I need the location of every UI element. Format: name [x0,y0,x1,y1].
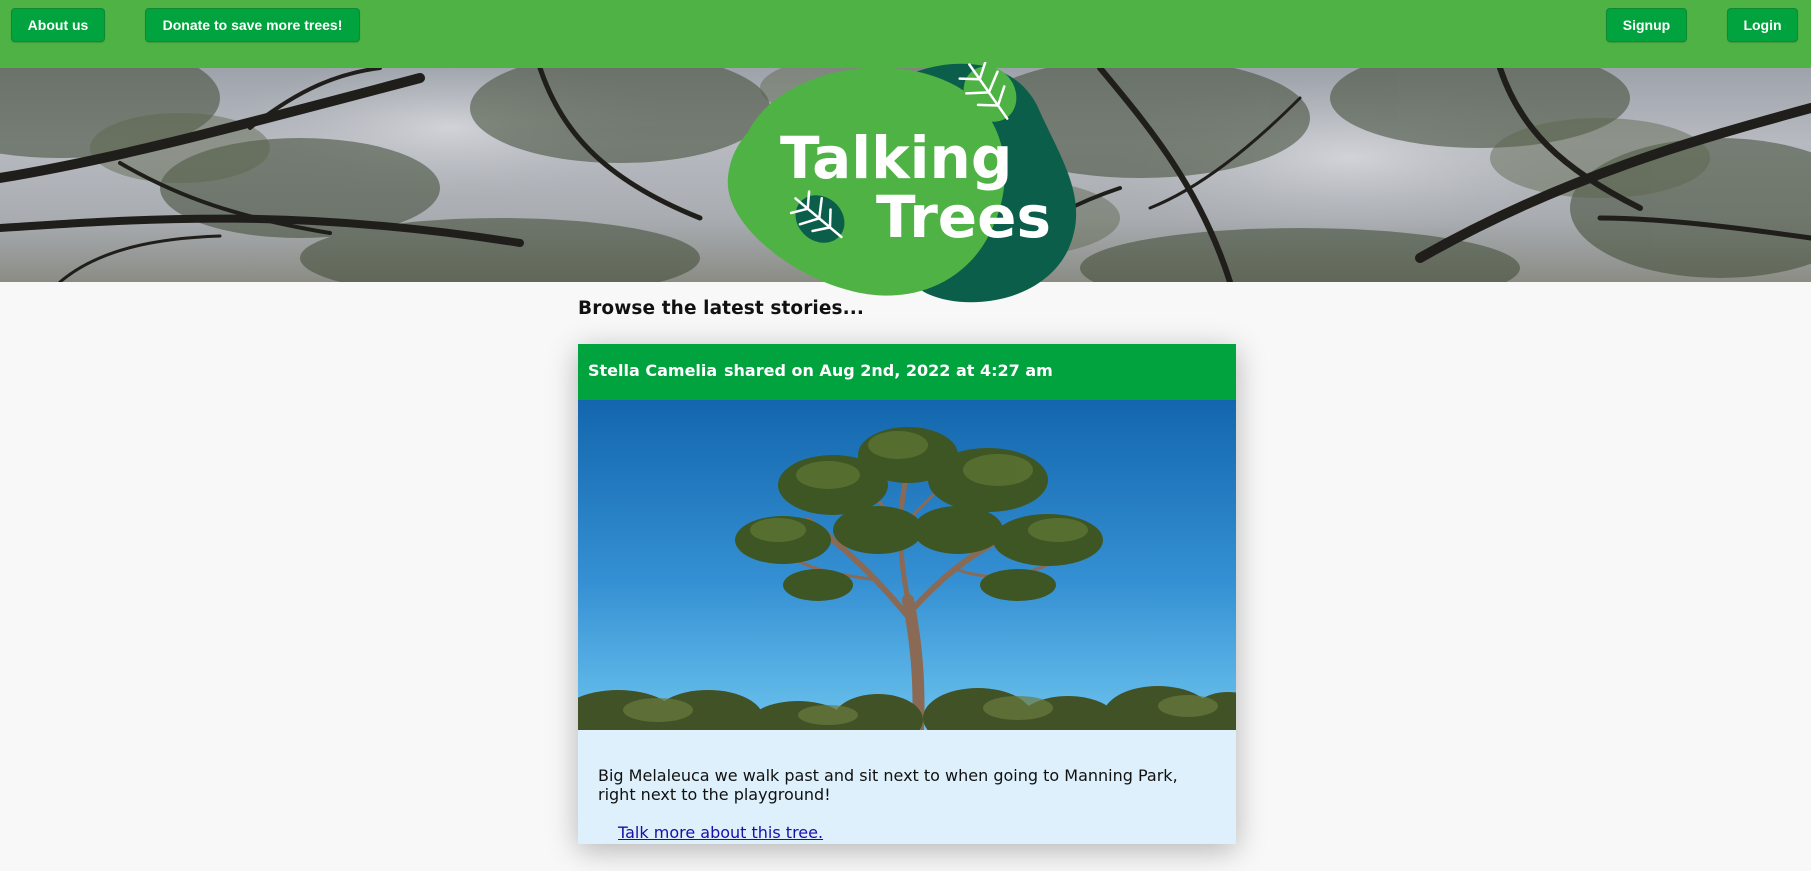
story-shared-date: shared on Aug 2nd, 2022 at 4:27 am [724,361,1053,380]
story-author: Stella Camelia [588,361,718,380]
logo-text-line2: Trees [876,183,1051,251]
story-card: Stella Camelia shared on Aug 2nd, 2022 a… [578,344,1236,844]
top-nav-bar: About us Donate to save more trees! Sign… [0,0,1811,68]
story-tree-image [578,400,1236,730]
signup-button[interactable]: Signup [1606,8,1687,42]
talking-trees-logo[interactable]: Talking Trees [718,58,1098,306]
talk-more-link[interactable]: Talk more about this tree. [618,823,823,842]
section-title: Browse the latest stories... [578,298,865,319]
donate-button[interactable]: Donate to save more trees! [145,8,360,42]
story-description: Big Melaleuca we walk past and sit next … [598,766,1178,804]
login-button[interactable]: Login [1727,8,1798,42]
logo-text-line1: Talking [780,124,1012,192]
about-us-button[interactable]: About us [11,8,105,42]
story-card-header: Stella Camelia shared on Aug 2nd, 2022 a… [578,344,1236,400]
